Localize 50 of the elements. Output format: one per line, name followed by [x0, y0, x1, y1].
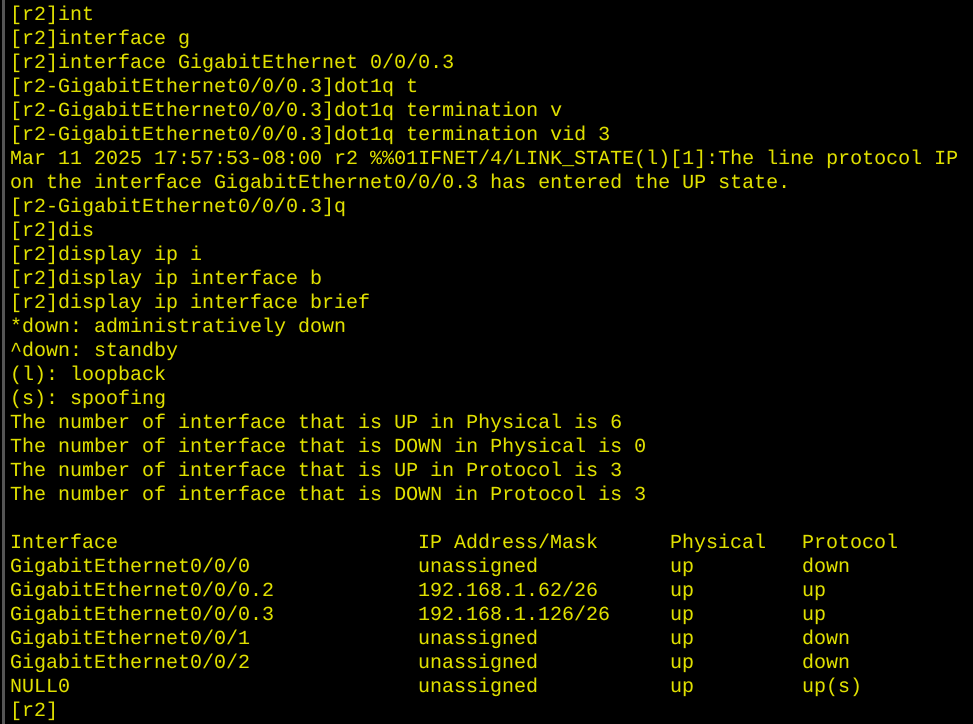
table-cell: up	[802, 604, 826, 628]
terminal-line: [r2-GigabitEthernet0/0/0.3]q	[10, 196, 346, 220]
table-cell: down	[802, 628, 850, 652]
table-cell: GigabitEthernet0/0/2	[10, 652, 250, 676]
table-cell: down	[802, 556, 850, 580]
terminal-line: ^down: standby	[10, 340, 178, 364]
table-cell: unassigned	[418, 556, 538, 580]
terminal-line: [r2]display ip interface brief	[10, 292, 370, 316]
table-cell: GigabitEthernet0/0/0	[10, 556, 250, 580]
table-cell: GigabitEthernet0/0/0.2	[10, 580, 274, 604]
table-cell: up	[670, 676, 694, 700]
table-cell: GigabitEthernet0/0/0.3	[10, 604, 274, 628]
terminal-line: (s): spoofing	[10, 388, 166, 412]
table-cell: up	[670, 604, 694, 628]
terminal-line: [r2]display ip i	[10, 244, 202, 268]
terminal-line: [r2]interface g	[10, 28, 190, 52]
table-cell: up	[802, 580, 826, 604]
table-cell: NULL0	[10, 676, 70, 700]
terminal-line: [r2-GigabitEthernet0/0/0.3]dot1q termination v	[10, 100, 562, 124]
terminal-line: [r2-GigabitEthernet0/0/0.3]dot1q termination vid 3	[10, 124, 610, 148]
column-header: Protocol	[802, 532, 898, 556]
table-cell: 192.168.1.62/26	[418, 580, 598, 604]
table-cell: unassigned	[418, 676, 538, 700]
terminal-line: [r2]display ip interface b	[10, 268, 322, 292]
terminal-line: (l): loopback	[10, 364, 166, 388]
table-cell: up	[670, 628, 694, 652]
terminal-line: The number of interface that is DOWN in Protocol is 3	[10, 484, 646, 508]
column-header: IP Address/Mask	[418, 532, 598, 556]
table-cell: unassigned	[418, 652, 538, 676]
terminal-line: The number of interface that is DOWN in Physical is 0	[10, 436, 646, 460]
table-cell: 192.168.1.126/26	[418, 604, 610, 628]
table-cell: up	[670, 652, 694, 676]
terminal-line: [r2]dis	[10, 220, 94, 244]
table-cell: up	[670, 580, 694, 604]
table-cell: GigabitEthernet0/0/1	[10, 628, 250, 652]
terminal-line: on the interface GigabitEthernet0/0/0.3 has entered the UP state.	[10, 172, 790, 196]
terminal-line: The number of interface that is UP in Physical is 6	[10, 412, 622, 436]
terminal-line: The number of interface that is UP in Protocol is 3	[10, 460, 622, 484]
column-header: Physical	[670, 532, 766, 556]
table-cell: up(s)	[802, 676, 862, 700]
terminal-line: [r2]interface GigabitEthernet 0/0/0.3	[10, 52, 454, 76]
column-header: Interface	[10, 532, 118, 556]
terminal-line: [r2-GigabitEthernet0/0/0.3]dot1q t	[10, 76, 418, 100]
terminal-line: Mar 11 2025 17:57:53-08:00 r2 %%01IFNET/4/LINK_STATE(l)[1]:The line protocol IP	[10, 148, 958, 172]
command-prompt: [r2]	[10, 700, 58, 724]
table-cell: unassigned	[418, 628, 538, 652]
terminal-line: [r2]int	[10, 4, 94, 28]
table-cell: up	[670, 556, 694, 580]
terminal-line: *down: administratively down	[10, 316, 346, 340]
table-cell: down	[802, 652, 850, 676]
